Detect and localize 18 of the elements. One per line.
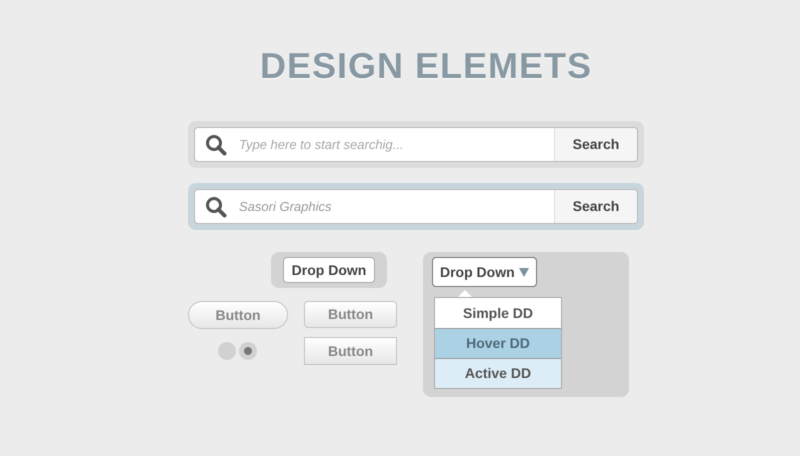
menu-item[interactable]: Simple DD xyxy=(435,298,561,328)
menu-item[interactable]: Active DD xyxy=(435,358,561,388)
button[interactable]: Button xyxy=(188,301,288,329)
radio-button[interactable] xyxy=(239,342,257,360)
dropdown-button[interactable]: Drop Down xyxy=(282,257,376,283)
search-icon xyxy=(205,134,227,156)
dropdown-button[interactable]: Drop Down xyxy=(432,257,537,287)
menu-item[interactable]: Hover DD xyxy=(435,328,561,358)
caret-down-icon xyxy=(518,268,529,276)
button[interactable]: Button xyxy=(304,301,397,328)
menu-pointer-icon xyxy=(458,290,472,297)
page-title: DESIGN ELEMETS xyxy=(260,44,592,88)
search-icon xyxy=(205,196,227,218)
search-button[interactable]: Search xyxy=(554,128,637,161)
search-input[interactable]: Type here to start searchig... xyxy=(239,134,554,154)
search-button[interactable]: Search xyxy=(554,190,637,223)
radio-button[interactable] xyxy=(218,342,236,360)
button[interactable]: Button xyxy=(304,337,397,365)
